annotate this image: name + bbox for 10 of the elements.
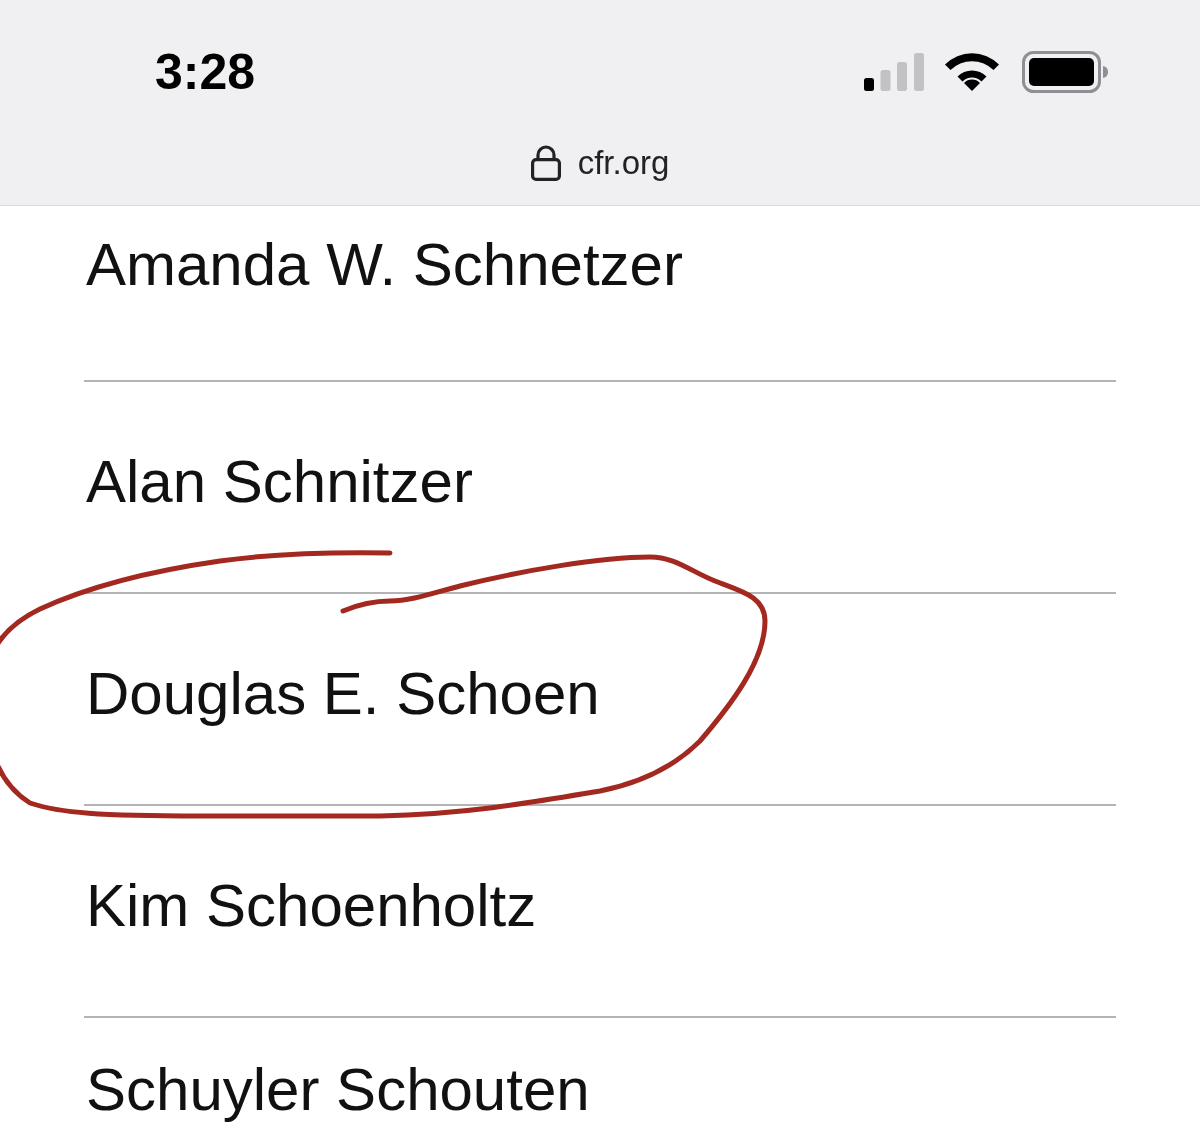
member-name: Amanda W. Schnetzer	[86, 230, 683, 300]
signal-icon	[864, 53, 924, 91]
member-name: Schuyler Schouten	[86, 1055, 590, 1125]
wifi-icon	[944, 53, 1000, 91]
member-name: Alan Schnitzer	[86, 447, 473, 517]
url-text[interactable]: cfr.org	[577, 143, 670, 183]
member-name: Douglas E. Schoen	[86, 659, 600, 729]
status-time: 3:28	[155, 47, 256, 97]
member-name: Kim Schoenholtz	[86, 871, 537, 941]
battery-icon	[1022, 51, 1108, 93]
